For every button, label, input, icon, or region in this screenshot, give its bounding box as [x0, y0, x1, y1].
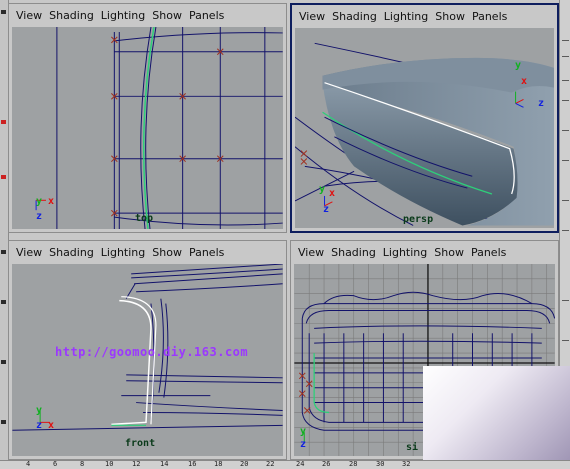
top-viewport-panel[interactable]: View Shading Lighting Show Panels y x z …: [8, 3, 287, 233]
front-viewport-canvas[interactable]: y x z front: [12, 264, 283, 456]
toolbar-marker: [1, 10, 6, 14]
menu-lighting[interactable]: Lighting: [384, 10, 428, 23]
axis-y-label: y: [300, 426, 307, 437]
pivot-x-label: x: [521, 76, 528, 87]
ruler-tick-label: 16: [188, 460, 197, 468]
axis-x-label: x: [48, 420, 55, 431]
menu-view[interactable]: View: [298, 246, 324, 259]
axis-y-label: y: [36, 405, 43, 416]
axis-z-label: z: [36, 420, 43, 431]
menu-lighting[interactable]: Lighting: [101, 246, 145, 259]
axis-y-label: y: [36, 196, 43, 207]
menu-show[interactable]: Show: [152, 9, 182, 22]
ruler-tick-label: 14: [160, 460, 169, 468]
menu-panels[interactable]: Panels: [189, 246, 224, 259]
menu-show[interactable]: Show: [435, 10, 465, 23]
menu-shading[interactable]: Shading: [49, 9, 94, 22]
ruler-tick-label: 28: [349, 460, 358, 468]
ruler-tick-label: 20: [240, 460, 249, 468]
persp-panel-menubar: View Shading Lighting Show Panels: [292, 5, 557, 27]
toolbar-marker: [1, 300, 6, 304]
axis-x-label: x: [48, 196, 55, 207]
pivot-z-label: z: [538, 98, 545, 109]
toolbar-marker: [1, 360, 6, 364]
toolbar-marker: [1, 250, 6, 254]
pivot-y-label: y: [515, 60, 522, 71]
menu-shading[interactable]: Shading: [332, 10, 377, 23]
axis-x-label: x: [329, 188, 336, 199]
ruler-tick-label: 6: [53, 460, 58, 468]
side-panel-menubar: View Shading Lighting Show Panels: [291, 241, 558, 263]
camera-name-label: si: [406, 442, 419, 453]
camera-name-label: front: [125, 438, 156, 449]
axis-z-label: z: [300, 439, 307, 450]
persp-viewport-canvas[interactable]: y x z y x z persp: [295, 28, 554, 228]
menu-view[interactable]: View: [16, 246, 42, 259]
toolbar-marker: [1, 175, 6, 179]
camera-name-label: persp: [403, 214, 434, 225]
menu-panels[interactable]: Panels: [472, 10, 507, 23]
menu-shading[interactable]: Shading: [331, 246, 376, 259]
ruler-tick-label: 24: [296, 460, 305, 468]
toolbar-marker: [1, 420, 6, 424]
ruler-tick-label: 26: [322, 460, 331, 468]
ruler-tick-label: 10: [105, 460, 114, 468]
top-panel-menubar: View Shading Lighting Show Panels: [9, 4, 286, 26]
toolbar-marker: [1, 120, 6, 124]
ruler-tick-label: 22: [266, 460, 275, 468]
axis-y-label: y: [319, 184, 326, 195]
ruler-tick-label: 30: [376, 460, 385, 468]
menu-lighting[interactable]: Lighting: [101, 9, 145, 22]
menu-lighting[interactable]: Lighting: [383, 246, 427, 259]
camera-name-label: top: [135, 213, 154, 224]
gradient-overlay: [423, 366, 570, 468]
front-panel-menubar: View Shading Lighting Show Panels: [9, 241, 286, 263]
menu-view[interactable]: View: [299, 10, 325, 23]
menu-panels[interactable]: Panels: [471, 246, 506, 259]
ruler-tick-label: 8: [80, 460, 85, 468]
ruler-tick-label: 12: [132, 460, 141, 468]
axis-z-label: z: [36, 211, 43, 222]
axis-z-label: z: [323, 204, 330, 215]
top-viewport-canvas[interactable]: y x z top: [12, 27, 283, 229]
ruler-tick-label: 4: [26, 460, 31, 468]
ruler-tick-label: 32: [402, 460, 411, 468]
watermark-url: http://goomoo.diy.163.com: [55, 345, 249, 359]
ruler-tick-label: 18: [214, 460, 223, 468]
menu-show[interactable]: Show: [152, 246, 182, 259]
menu-panels[interactable]: Panels: [189, 9, 224, 22]
menu-show[interactable]: Show: [434, 246, 464, 259]
menu-shading[interactable]: Shading: [49, 246, 94, 259]
persp-viewport-panel[interactable]: View Shading Lighting Show Panels y x z …: [290, 3, 559, 233]
menu-view[interactable]: View: [16, 9, 42, 22]
